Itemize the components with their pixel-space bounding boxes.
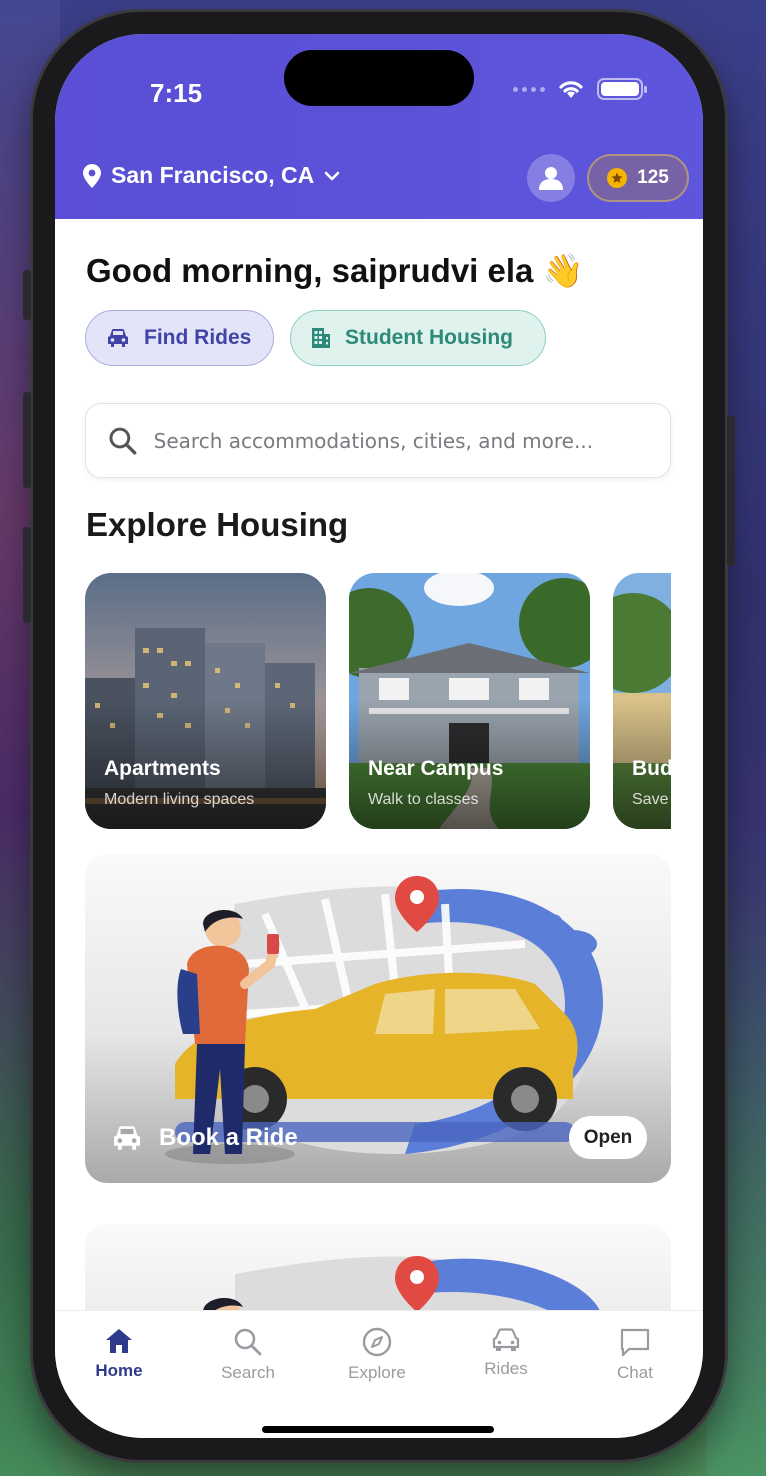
tab-search[interactable]: Search bbox=[198, 1327, 298, 1383]
search-bar[interactable] bbox=[85, 403, 671, 478]
card-title: Apartments bbox=[104, 757, 221, 780]
card-subtitle: Walk to classes bbox=[368, 791, 479, 808]
card-subtitle: Modern living spaces bbox=[104, 791, 255, 808]
apartments-card[interactable]: Apartments Modern living spaces bbox=[85, 573, 326, 829]
home-icon bbox=[106, 1329, 132, 1353]
secondary-banner[interactable] bbox=[85, 1224, 671, 1324]
tab-explore[interactable]: Explore bbox=[327, 1327, 427, 1383]
car-icon bbox=[492, 1328, 520, 1351]
location-pin-icon bbox=[83, 163, 101, 188]
tab-rides[interactable]: Rides bbox=[456, 1327, 556, 1379]
chevron-down-icon bbox=[324, 171, 340, 180]
volume-down-button bbox=[23, 527, 31, 623]
tab-label: Rides bbox=[484, 1359, 528, 1378]
wifi-icon bbox=[559, 81, 583, 98]
housing-carousel[interactable]: Apartments Modern living spaces Near Cam… bbox=[85, 573, 671, 829]
status-time: 7:15 bbox=[150, 78, 203, 108]
tab-label: Chat bbox=[617, 1363, 653, 1382]
student-housing-chip[interactable]: Student Housing bbox=[290, 310, 546, 366]
silent-switch bbox=[23, 270, 31, 320]
book-ride-label: Book a Ride bbox=[111, 1124, 298, 1152]
home-indicator bbox=[262, 1426, 494, 1433]
tab-chat[interactable]: Chat bbox=[585, 1327, 685, 1383]
find-rides-label: Find Rides bbox=[144, 326, 252, 349]
points-count: 125 bbox=[637, 167, 669, 188]
chat-icon bbox=[620, 1328, 650, 1357]
tab-label: Home bbox=[95, 1361, 143, 1380]
location-selector[interactable]: San Francisco, CA bbox=[83, 162, 340, 189]
battery-icon bbox=[597, 78, 647, 100]
budget-card[interactable]: Bud Save bbox=[613, 573, 671, 829]
search-icon bbox=[234, 1328, 262, 1356]
points-badge[interactable]: 125 bbox=[587, 154, 689, 202]
power-button bbox=[727, 416, 735, 566]
explore-housing-heading: Explore Housing bbox=[86, 506, 349, 543]
near-campus-card[interactable]: Near Campus Walk to classes bbox=[349, 573, 590, 829]
bottom-tab-bar: Home Search Explore Rides Chat bbox=[55, 1310, 703, 1438]
greeting-heading: Good morning, saiprudvi ela 👋 bbox=[86, 252, 584, 289]
search-icon bbox=[109, 427, 137, 455]
tab-label: Search bbox=[221, 1363, 275, 1382]
car-icon bbox=[114, 1126, 140, 1150]
profile-button[interactable] bbox=[527, 154, 575, 202]
card-subtitle: Save bbox=[632, 791, 669, 808]
building-icon bbox=[312, 328, 330, 348]
star-coin-icon bbox=[607, 168, 628, 188]
card-title: Near Campus bbox=[368, 757, 504, 780]
user-icon bbox=[539, 167, 563, 190]
student-housing-label: Student Housing bbox=[345, 326, 513, 349]
tab-label: Explore bbox=[348, 1363, 406, 1382]
status-icons bbox=[513, 78, 647, 100]
volume-up-button bbox=[23, 392, 31, 488]
cellular-signal-icon bbox=[513, 86, 545, 92]
tab-home[interactable]: Home bbox=[69, 1327, 169, 1381]
dynamic-island bbox=[284, 50, 474, 106]
app-screen: 7:15 San Francisco, CA 125 Good morning,… bbox=[55, 34, 703, 1438]
open-button[interactable]: Open bbox=[569, 1116, 647, 1159]
phone-frame: 7:15 San Francisco, CA 125 Good morning,… bbox=[23, 12, 735, 1460]
book-ride-text: Book a Ride bbox=[159, 1124, 298, 1151]
card-title: Bud bbox=[632, 757, 671, 780]
compass-icon bbox=[362, 1327, 392, 1357]
search-input[interactable] bbox=[153, 428, 648, 453]
book-ride-banner[interactable]: Book a Ride Open bbox=[85, 854, 671, 1183]
location-label: San Francisco, CA bbox=[111, 162, 315, 188]
app-header: 7:15 San Francisco, CA 125 bbox=[55, 34, 703, 219]
car-icon bbox=[108, 329, 128, 347]
ride-illustration-partial bbox=[203, 1256, 604, 1324]
find-rides-chip[interactable]: Find Rides bbox=[85, 310, 274, 366]
